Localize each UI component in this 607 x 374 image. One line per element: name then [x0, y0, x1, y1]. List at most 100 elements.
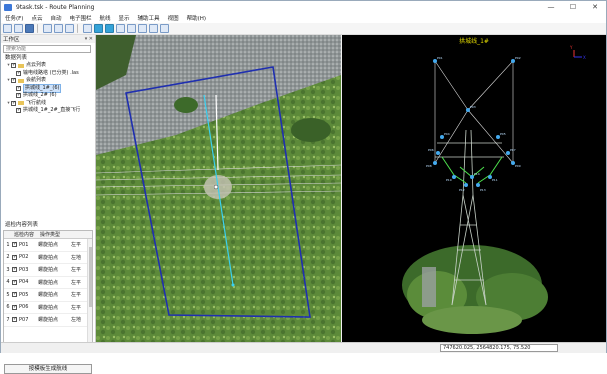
tree-node-route-2[interactable]: 拱城线_2# (6)	[3, 92, 95, 100]
menu-geofence[interactable]: 电子围栏	[66, 14, 96, 22]
checkbox[interactable]	[12, 291, 17, 298]
panel-pin-close-icon[interactable]: ▾ ✕	[85, 36, 93, 42]
svg-text:P11: P11	[492, 178, 498, 182]
table-row[interactable]: 1 P01 螺旋拍点 左平	[4, 239, 92, 252]
map-view[interactable]	[96, 35, 341, 342]
checkbox[interactable]	[11, 100, 16, 107]
menu-display[interactable]: 显示	[115, 14, 134, 22]
checkbox[interactable]	[16, 107, 21, 115]
data-list-title: 数据列表	[5, 55, 28, 61]
app-window: 9task.tsk - Route Planning — ☐ ✕ 任务(F) 点…	[0, 0, 607, 374]
close-button[interactable]: ✕	[584, 1, 606, 13]
tree-label: 拱城线_2# (6)	[23, 92, 57, 98]
menu-bar: 任务(F) 点云 自动 电子围栏 航线 显示 辅助工具 视图 帮助(H)	[1, 13, 606, 23]
flight-path-lines	[434, 60, 514, 164]
drone-icon[interactable]	[105, 24, 114, 33]
svg-text:P08: P08	[426, 164, 432, 168]
axis-y-label: Y	[569, 45, 573, 50]
save-icon[interactable]	[25, 24, 34, 33]
workspace-panel: 工作区 ▾ ✕ 数据列表 ▾ 点云列表 输电线路塔 (已分类) .las ▾ 会…	[1, 35, 96, 374]
checkbox[interactable]	[12, 316, 17, 323]
checkbox[interactable]	[12, 279, 17, 285]
route-list-title: 巡检内容列表	[5, 222, 39, 228]
map-canvas[interactable]	[96, 35, 341, 342]
generate-route-button[interactable]: 按模板生成航线	[4, 364, 92, 374]
table-row[interactable]: 3 P03 螺旋拍点 左平	[4, 264, 92, 277]
pointcloud-canvas[interactable]: 拱城线_1# Y X P01 P02 P03 P04 P05 P06 P07 P…	[342, 35, 606, 342]
tree-node-flight-route[interactable]: 拱城线_1#_2#_直接飞行	[3, 107, 95, 115]
menu-view[interactable]: 视图	[164, 14, 183, 22]
folder-icon	[18, 101, 24, 106]
table-row[interactable]: 5 P05 螺旋拍点 左平	[4, 289, 92, 302]
row-index: 4	[6, 279, 10, 286]
row-type: 螺旋拍点	[38, 279, 59, 286]
row-type: 螺旋拍点	[38, 292, 59, 299]
row-id: P02	[19, 254, 29, 261]
menu-help[interactable]: 帮助(H)	[183, 14, 210, 22]
menu-pointcloud[interactable]: 点云	[27, 14, 46, 22]
tree-label: 拱城线_1#_2#_直接飞行	[23, 107, 81, 113]
header-type: 操作类型	[40, 232, 61, 238]
checkbox[interactable]	[16, 92, 21, 100]
measure-icon[interactable]	[116, 24, 125, 33]
pointcloud-view[interactable]: 拱城线_1# Y X P01 P02 P03 P04 P05 P06 P07 P…	[342, 35, 606, 342]
row-type: 螺旋拍点	[38, 317, 59, 324]
menu-task[interactable]: 任务(F)	[1, 14, 27, 22]
open-folder-icon[interactable]	[14, 24, 23, 33]
row-index: 1	[6, 241, 10, 248]
checkbox[interactable]	[16, 85, 21, 92]
waypoint-marker[interactable]	[231, 283, 235, 287]
table-icon[interactable]	[149, 24, 158, 33]
checkbox[interactable]	[16, 70, 21, 77]
image-icon[interactable]	[54, 24, 63, 33]
menu-tools[interactable]: 辅助工具	[134, 14, 164, 22]
header-index	[4, 231, 12, 238]
table-row[interactable]: 4 P04 螺旋拍点 左平	[4, 277, 92, 289]
scroll-thumb[interactable]	[89, 247, 92, 307]
export-icon[interactable]	[160, 24, 169, 33]
tree-label: 输电线路塔 (已分类) .las	[23, 69, 79, 76]
menu-auto[interactable]: 自动	[46, 14, 65, 22]
tree-node-las[interactable]: 输电线路塔 (已分类) .las	[3, 69, 95, 77]
search-input[interactable]	[3, 45, 91, 53]
checkbox[interactable]	[12, 254, 17, 260]
svg-text:P13: P13	[480, 188, 486, 192]
layers-icon[interactable]	[65, 24, 74, 33]
new-file-icon[interactable]	[3, 24, 12, 33]
row-index: 5	[6, 291, 10, 298]
edit-icon[interactable]	[43, 24, 52, 33]
checkbox[interactable]	[11, 62, 16, 70]
checkbox[interactable]	[12, 241, 17, 248]
grid-icon[interactable]	[83, 24, 92, 33]
tower-point[interactable]	[213, 184, 219, 190]
maximize-button[interactable]: ☐	[562, 1, 584, 13]
checkbox[interactable]	[12, 304, 17, 310]
waypoint-labels: P01 P02 P03 P04 P05 P06 P07 P08 P09 P10 …	[426, 56, 521, 192]
row-index: 6	[6, 304, 10, 311]
row-index: 3	[6, 266, 10, 273]
split-view-icon[interactable]	[127, 24, 136, 33]
svg-text:P01: P01	[437, 56, 443, 60]
row-index: 2	[6, 254, 10, 261]
table-row[interactable]: 6 P06 螺旋拍点 左平	[4, 302, 92, 314]
fence-icon[interactable]	[138, 24, 147, 33]
checkbox[interactable]	[11, 77, 16, 85]
checkbox[interactable]	[12, 266, 17, 273]
svg-text:P02: P02	[515, 56, 521, 60]
tree-node-pointcloud[interactable]: ▾ 点云列表	[3, 62, 95, 70]
tree-node-flight-group[interactable]: ▾ 飞行航线	[3, 100, 95, 108]
minimize-button[interactable]: —	[540, 1, 562, 13]
globe-icon[interactable]	[94, 24, 103, 33]
workspace-header: 工作区 ▾ ✕	[1, 35, 95, 43]
svg-text:P03: P03	[470, 105, 476, 109]
menu-route[interactable]: 航线	[96, 14, 115, 22]
title-bar: 9task.tsk - Route Planning — ☐ ✕	[1, 1, 606, 13]
header-extra	[71, 231, 91, 238]
table-row[interactable]: 2 P02 螺旋拍点 左地	[4, 252, 92, 264]
table-scrollbar[interactable]	[87, 239, 92, 351]
table-row[interactable]: 7 P07 螺旋拍点 左地	[4, 314, 92, 327]
status-bar: 747620.025, 2564820.175, 75.520	[1, 342, 606, 353]
tree-node-route-1[interactable]: 拱城线_1#_(6)	[3, 83, 95, 93]
row-type: 螺旋拍点	[38, 304, 59, 311]
waypoints[interactable]	[433, 59, 515, 187]
